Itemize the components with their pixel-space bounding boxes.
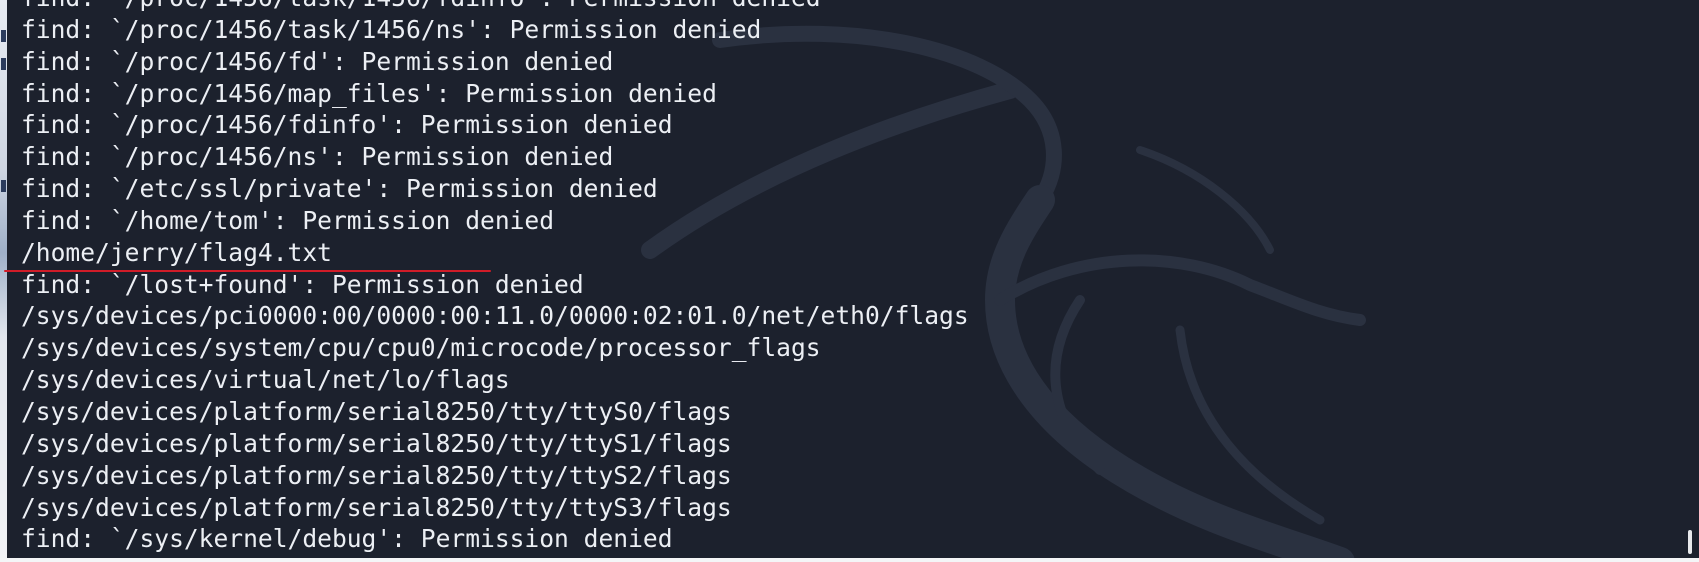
terminal-window[interactable]: find: `/proc/1456/task/1456/fdinfo': Per… xyxy=(0,0,1699,562)
terminal-output: find: `/proc/1456/task/1456/fdinfo': Per… xyxy=(21,0,969,555)
output-line: find: `/home/tom': Permission denied xyxy=(21,205,555,235)
output-line: find: `/lost+found': Permission denied xyxy=(21,269,584,299)
output-line: /sys/devices/pci0000:00/0000:00:11.0/000… xyxy=(21,301,969,331)
edge-mark xyxy=(1,180,6,192)
output-line: find: `/proc/1456/ns': Permission denied xyxy=(21,142,614,172)
edge-mark xyxy=(1,58,6,70)
red-underline-annotation xyxy=(4,270,491,272)
bottom-edge xyxy=(0,558,1699,562)
output-line: find: `/proc/1456/fd': Permission denied xyxy=(21,46,614,76)
output-line: /sys/devices/platform/serial8250/tty/tty… xyxy=(21,492,732,522)
output-line: find: `/etc/ssl/private': Permission den… xyxy=(21,174,658,204)
left-window-edge xyxy=(0,0,7,562)
output-line: /sys/devices/system/cpu/cpu0/microcode/p… xyxy=(21,333,821,363)
output-line: find: `/proc/1456/task/1456/ns': Permiss… xyxy=(21,14,762,44)
output-line: find: `/proc/1456/fdinfo': Permission de… xyxy=(21,110,673,140)
edge-mark xyxy=(1,30,6,42)
output-line: /sys/devices/platform/serial8250/tty/tty… xyxy=(21,460,732,490)
output-line: find: `/proc/1456/map_files': Permission… xyxy=(21,78,717,108)
output-line: find: `/proc/1456/task/1456/fdinfo': Per… xyxy=(21,0,969,14)
output-line: /sys/devices/virtual/net/lo/flags xyxy=(21,365,510,395)
output-line: find: `/sys/kernel/debug': Permission de… xyxy=(21,524,673,554)
output-line: /sys/devices/platform/serial8250/tty/tty… xyxy=(21,396,732,426)
output-line-flag: /home/jerry/flag4.txt xyxy=(21,237,332,267)
output-line: /sys/devices/platform/serial8250/tty/tty… xyxy=(21,428,732,458)
scrollbar-thumb[interactable] xyxy=(1688,530,1692,554)
